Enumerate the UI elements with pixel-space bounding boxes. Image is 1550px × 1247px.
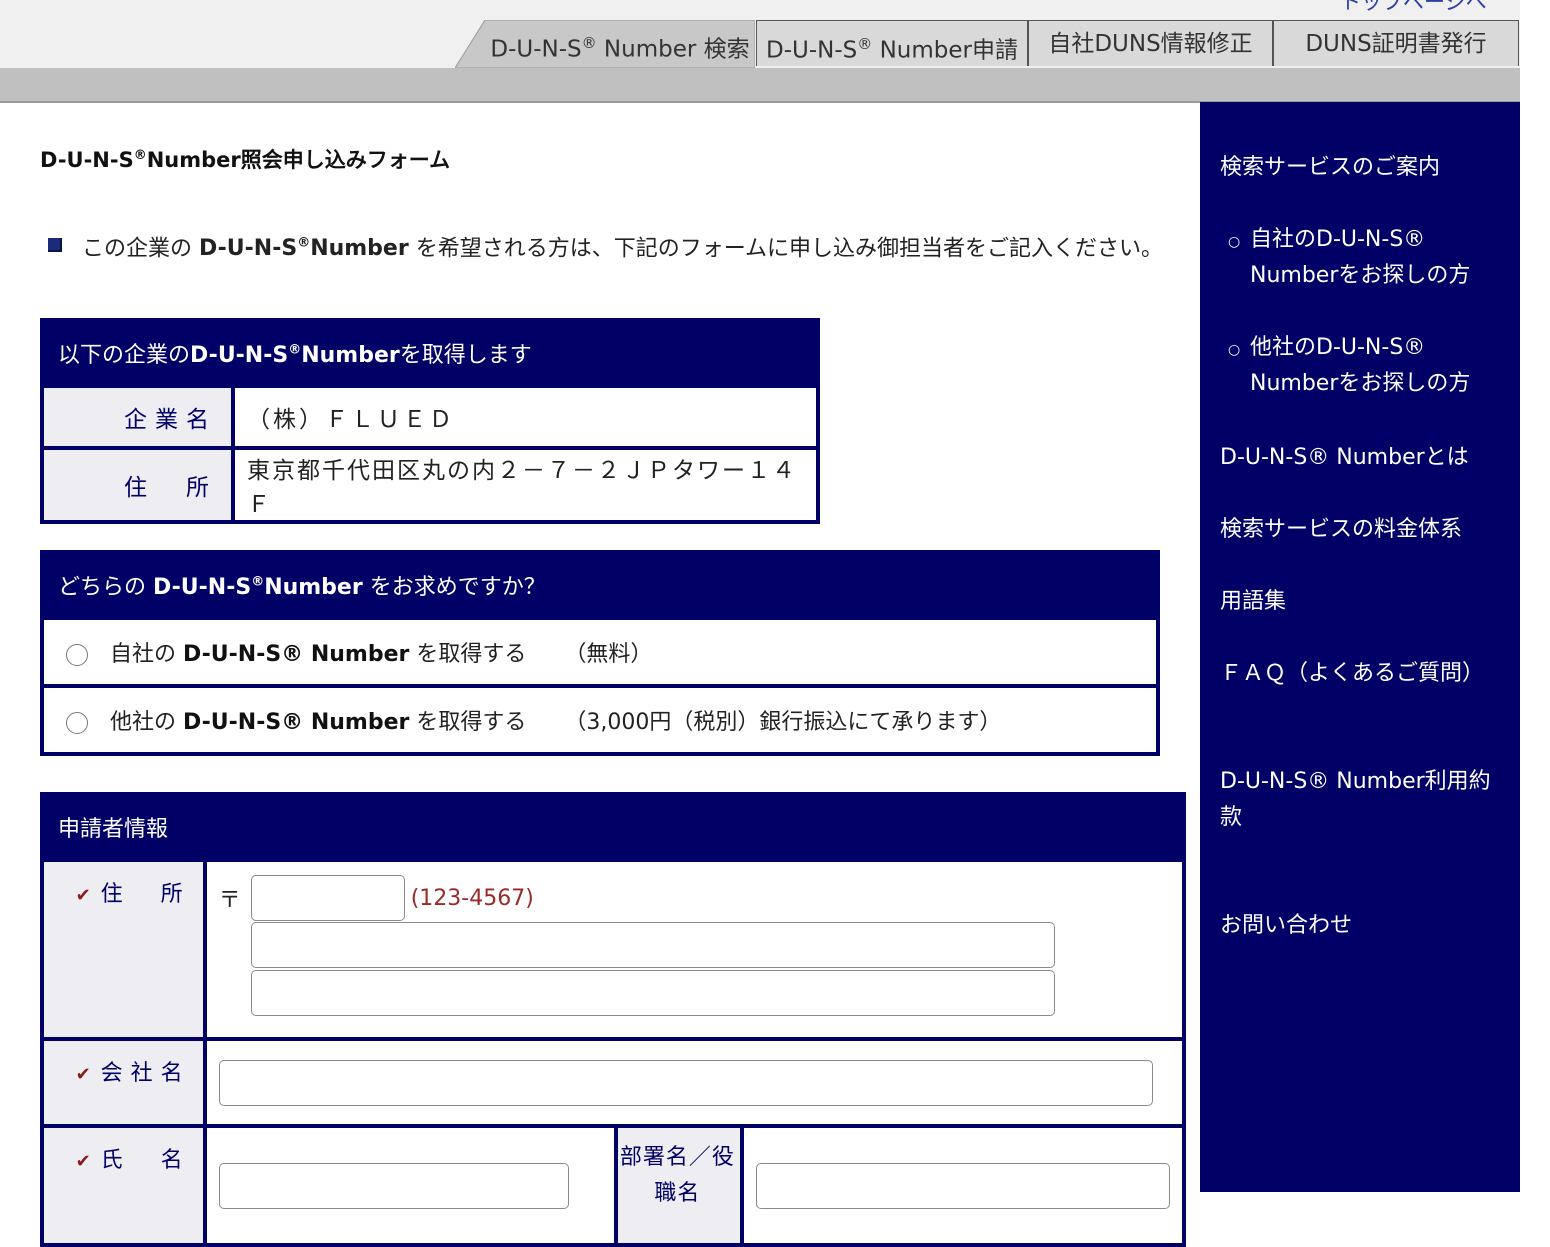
company-name-value: （株）ＦＬＵＥＤ — [235, 388, 816, 446]
applicant-name-label: ✔ 氏 名 — [44, 1128, 203, 1243]
address-line2-input[interactable] — [250, 970, 1055, 1016]
required-check-icon: ✔ — [75, 1151, 91, 1172]
zip-code-hint: (123-4567) — [410, 885, 534, 911]
tab-duns-certificate[interactable]: DUNS証明書発行 — [1273, 20, 1519, 66]
dept-title-cell — [744, 1128, 1182, 1243]
required-check-icon: ✔ — [75, 885, 91, 906]
dept-title-label: 部署名／役職名 — [617, 1128, 740, 1243]
company-address-label: 住 所 — [44, 450, 231, 520]
target-company-box: 以下の企業のD-U-N-S®Numberを取得します 企業名 （株）ＦＬＵＥＤ … — [40, 318, 820, 524]
company-name-input[interactable] — [218, 1059, 1153, 1106]
top-page-link[interactable]: トップページへ — [1340, 0, 1487, 16]
sidebar-item-faq[interactable]: ＦＡＱ（よくあるご質問） — [1220, 656, 1484, 692]
company-box-title: 以下の企業のD-U-N-S®Numberを取得します — [44, 322, 816, 384]
bullet-square-icon — [48, 238, 62, 252]
applicant-box-title: 申請者情報 — [44, 796, 1182, 858]
option-other-company[interactable]: 他社の D-U-N-S® Number を取得する （3,000円（税別）銀行振込… — [44, 688, 1156, 752]
choice-box-title: どちらの D-U-N-S®Number をお求めですか？ — [44, 554, 1156, 616]
sidebar-item-other-duns[interactable]: ○ 他社のD-U-N-S® Numberをお探しの方 — [1228, 330, 1518, 402]
sidebar-item-own-duns[interactable]: ○ 自社のD-U-N-S® Numberをお探しの方 — [1228, 222, 1518, 294]
applicant-company-cell — [206, 1041, 1182, 1124]
tab-duns-search[interactable]: D-U-N-S® Number 検索 — [485, 20, 755, 66]
zip-code-input[interactable] — [250, 875, 405, 921]
radio-own-company[interactable] — [66, 644, 88, 666]
sidebar-item-search-guide[interactable]: 検索サービスのご案内 — [1220, 150, 1510, 186]
tab-duns-apply[interactable]: D-U-N-S® Number申請 — [756, 20, 1028, 66]
sidebar-item-about-duns[interactable]: D-U-N-S® Numberとは — [1220, 440, 1510, 476]
required-check-icon: ✔ — [75, 1064, 91, 1085]
address-line1-input[interactable] — [250, 922, 1055, 968]
company-name-label: 企業名 — [44, 388, 231, 446]
notice-text: この企業の D-U-N-S®Number を希望される方は、下記のフォームに申し… — [82, 236, 1164, 262]
tab-edit-own-duns[interactable]: 自社DUNS情報修正 — [1028, 20, 1273, 66]
applicant-address-cell: 〒 (123-4567) — [206, 862, 1182, 1037]
circle-bullet-icon: ○ — [1228, 342, 1241, 358]
sidebar: 検索サービスのご案内 ○ 自社のD-U-N-S® Numberをお探しの方 ○ 他社… — [1200, 102, 1520, 1192]
sidebar-item-terms[interactable]: D-U-N-S® Number利用約款 — [1220, 764, 1500, 836]
duns-choice-box: どちらの D-U-N-S®Number をお求めですか？ 自社の D-U-N-S… — [40, 550, 1160, 756]
sidebar-item-glossary[interactable]: 用語集 — [1220, 584, 1510, 620]
dept-title-input[interactable] — [756, 1162, 1170, 1209]
radio-other-company[interactable] — [66, 712, 88, 734]
applicant-name-input[interactable] — [218, 1162, 569, 1209]
circle-bullet-icon: ○ — [1228, 234, 1241, 250]
postal-mark-icon: 〒 — [218, 888, 241, 913]
company-address-value: 東京都千代田区丸の内２－７－２ＪＰタワー１４Ｆ — [235, 450, 816, 520]
applicant-info-box: 申請者情報 ✔ 住 所 〒 (123-4567) ✔ 会社名 ✔ 氏 名 部署名／役職… — [40, 792, 1186, 1247]
applicant-company-label: ✔ 会社名 — [44, 1041, 203, 1124]
applicant-name-cell — [206, 1128, 614, 1243]
header-band — [0, 68, 1520, 103]
sidebar-item-contact[interactable]: お問い合わせ — [1220, 908, 1510, 944]
page-title: D-U-N-S®Number照会申し込みフォーム — [40, 148, 451, 172]
option-own-company[interactable]: 自社の D-U-N-S® Number を取得する （無料） — [44, 620, 1156, 684]
sidebar-item-pricing[interactable]: 検索サービスの料金体系 — [1220, 512, 1510, 548]
applicant-address-label: ✔ 住 所 — [44, 862, 203, 1037]
